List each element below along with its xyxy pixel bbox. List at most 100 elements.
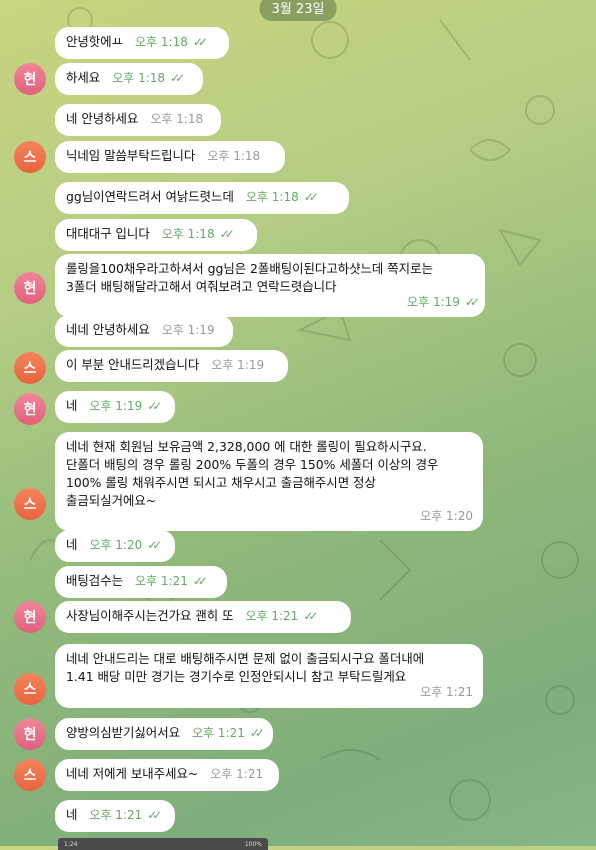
- message-bubble[interactable]: 네네 안내드리는 대로 배팅해주시면 문제 없이 출금되시구요 폴더내에 1.4…: [55, 644, 483, 708]
- message-bubble[interactable]: 롤링을100채우라고하셔서 gg님은 2폴배팅이된다고하샷느데 쪽지로는 3폴더…: [55, 254, 485, 317]
- message-meta: 오후 1:21: [78, 683, 473, 701]
- message-bubble[interactable]: 배팅검수는 오후 1:21 ✓✓: [55, 566, 227, 598]
- message-text: 닉네임 말씀부탁드립니다: [66, 148, 196, 163]
- message-time: 오후 1:21: [89, 808, 143, 822]
- outgoing-message[interactable]: 안녕핫에ㅛ 오후 1:18 ✓✓: [55, 27, 229, 59]
- read-checkmarks-icon: ✓✓: [192, 574, 208, 588]
- avatar[interactable]: 스: [14, 352, 46, 384]
- message-bubble[interactable]: 네네 저에게 보내주세요~ 오후 1:21: [55, 759, 279, 791]
- message-time: 오후 1:18: [161, 227, 215, 241]
- message-text: 양방의심받기싫어서요: [66, 725, 180, 740]
- avatar[interactable]: 스: [14, 673, 46, 705]
- read-checkmarks-icon: ✓✓: [170, 71, 185, 85]
- outgoing-message[interactable]: 대대대구 입니다 오후 1:18 ✓✓: [55, 219, 257, 251]
- read-checkmarks-icon: ✓✓: [303, 190, 319, 204]
- message-text: 네네 현재 회원님 보유금액 2,328,000 에 대한 롤링이 필요하시구요…: [66, 439, 439, 508]
- outgoing-message[interactable]: 하세요 오후 1:18 ✓✓: [55, 63, 203, 95]
- outgoing-message[interactable]: 양방의심받기싫어서요 오후 1:21 ✓✓: [55, 718, 273, 750]
- message-bubble[interactable]: 네 오후 1:20 ✓✓: [55, 530, 175, 562]
- message-meta: 오후 1:21 ✓✓: [245, 607, 318, 625]
- message-bubble[interactable]: 사장님이해주시는건가요 괜히 또 오후 1:21 ✓✓: [55, 601, 351, 633]
- read-checkmarks-icon: ✓✓: [147, 399, 162, 413]
- message-meta: 오후 1:18 ✓✓: [135, 33, 208, 51]
- avatar[interactable]: 현: [14, 272, 46, 304]
- message-bubble[interactable]: 네네 현재 회원님 보유금액 2,328,000 에 대한 롤링이 필요하시구요…: [55, 432, 483, 531]
- message-bubble[interactable]: 안녕핫에ㅛ 오후 1:18 ✓✓: [55, 27, 229, 59]
- message-bubble[interactable]: 네 안녕하세요 오후 1:18: [55, 104, 221, 136]
- outgoing-message[interactable]: 네 오후 1:19 ✓✓: [55, 391, 175, 423]
- avatar[interactable]: 현: [14, 393, 46, 425]
- message-text: 사장님이해주시는건가요 괜히 또: [66, 608, 234, 623]
- avatar[interactable]: 스: [14, 141, 46, 173]
- incoming-message[interactable]: 네네 저에게 보내주세요~ 오후 1:21: [55, 759, 279, 791]
- read-checkmarks-icon: ✓✓: [249, 726, 265, 740]
- message-time: 오후 1:21: [192, 726, 245, 740]
- incoming-message[interactable]: 닉네임 말씀부탁드립니다 오후 1:18: [55, 141, 285, 173]
- outgoing-message[interactable]: 롤링을100채우라고하셔서 gg님은 2폴배팅이된다고하샷느데 쪽지로는 3폴더…: [55, 254, 485, 317]
- avatar[interactable]: 현: [14, 63, 46, 95]
- message-time: 오후 1:18: [150, 112, 204, 126]
- message-bubble[interactable]: 하세요 오후 1:18 ✓✓: [55, 63, 203, 95]
- incoming-message[interactable]: 네 안녕하세요 오후 1:18: [55, 104, 221, 136]
- message-time: 오후 1:21: [135, 574, 188, 588]
- read-checkmarks-icon: ✓✓: [464, 295, 480, 309]
- message-text: 네네 안내드리는 대로 배팅해주시면 문제 없이 출금되시구요 폴더내에 1.4…: [66, 651, 425, 684]
- message-time: 오후 1:21: [210, 767, 264, 781]
- outgoing-message[interactable]: gg님이연락드려서 여낡드렷느데 오후 1:18 ✓✓: [55, 182, 349, 214]
- message-text: 이 부분 안내드리겠습니다: [66, 357, 200, 372]
- message-time: 오후 1:19: [211, 358, 265, 372]
- avatar[interactable]: 스: [14, 488, 46, 520]
- message-text: gg님이연락드려서 여낡드렷느데: [66, 189, 234, 204]
- avatar[interactable]: 스: [14, 759, 46, 791]
- message-time: 오후 1:20: [420, 509, 473, 523]
- message-time: 오후 1:20: [89, 538, 143, 552]
- message-meta: 오후 1:19: [162, 321, 215, 339]
- incoming-message[interactable]: 네네 현재 회원님 보유금액 2,328,000 에 대한 롤링이 필요하시구요…: [55, 432, 483, 531]
- read-checkmarks-icon: ✓✓: [147, 808, 162, 822]
- battery-level: 100%: [244, 840, 262, 848]
- read-checkmarks-icon: ✓✓: [147, 538, 162, 552]
- read-checkmarks-icon: ✓✓: [192, 35, 208, 49]
- message-text: 하세요: [66, 70, 101, 85]
- message-bubble[interactable]: gg님이연락드려서 여낡드렷느데 오후 1:18 ✓✓: [55, 182, 349, 214]
- message-bubble[interactable]: 네 오후 1:19 ✓✓: [55, 391, 175, 423]
- message-meta: 오후 1:19 ✓✓: [89, 397, 162, 415]
- message-bubble[interactable]: 닉네임 말씀부탁드립니다 오후 1:18: [55, 141, 285, 173]
- message-text: 네네 저에게 보내주세요~: [66, 766, 199, 781]
- outgoing-message[interactable]: 사장님이해주시는건가요 괜히 또 오후 1:21 ✓✓: [55, 601, 351, 633]
- message-meta: 오후 1:18: [207, 147, 260, 165]
- message-time: 오후 1:18: [207, 149, 261, 163]
- message-bubble[interactable]: 대대대구 입니다 오후 1:18 ✓✓: [55, 219, 257, 251]
- message-time: 오후 1:18: [245, 190, 299, 204]
- message-time: 오후 1:19: [407, 295, 460, 309]
- message-bubble[interactable]: 이 부분 안내드리겠습니다 오후 1:19: [55, 350, 288, 382]
- message-bubble[interactable]: 네네 안녕하세요 오후 1:19: [55, 315, 233, 347]
- status-time: 1:24: [64, 840, 78, 848]
- message-meta: 오후 1:19 ✓✓: [78, 293, 480, 311]
- message-bubble[interactable]: 양방의심받기싫어서요 오후 1:21 ✓✓: [55, 718, 273, 750]
- incoming-message[interactable]: 네네 안내드리는 대로 배팅해주시면 문제 없이 출금되시구요 폴더내에 1.4…: [55, 644, 483, 708]
- message-time: 오후 1:19: [89, 399, 143, 413]
- message-meta: 오후 1:20: [78, 507, 473, 525]
- message-time: 오후 1:18: [112, 71, 166, 85]
- message-meta: 오후 1:21 ✓✓: [89, 806, 162, 824]
- incoming-message[interactable]: 이 부분 안내드리겠습니다 오후 1:19: [55, 350, 288, 382]
- date-separator: 3월 23일: [259, 0, 337, 21]
- read-checkmarks-icon: ✓✓: [219, 227, 235, 241]
- message-time: 오후 1:21: [245, 609, 299, 623]
- message-text: 배팅검수는: [66, 573, 123, 588]
- message-meta: 오후 1:20 ✓✓: [89, 536, 162, 554]
- message-bubble[interactable]: 네 오후 1:21 ✓✓: [55, 800, 175, 832]
- message-meta: 오후 1:19: [211, 356, 264, 374]
- message-text: 네: [66, 398, 78, 413]
- message-meta: 오후 1:18 ✓✓: [161, 225, 235, 243]
- avatar[interactable]: 현: [14, 601, 46, 633]
- read-checkmarks-icon: ✓✓: [303, 609, 318, 623]
- outgoing-message[interactable]: 배팅검수는 오후 1:21 ✓✓: [55, 566, 227, 598]
- avatar[interactable]: 현: [14, 718, 46, 750]
- incoming-message[interactable]: 네네 안녕하세요 오후 1:19: [55, 315, 233, 347]
- outgoing-message[interactable]: 네 오후 1:20 ✓✓: [55, 530, 175, 562]
- message-time: 오후 1:19: [161, 323, 215, 337]
- outgoing-message[interactable]: 네 오후 1:21 ✓✓: [55, 800, 175, 832]
- message-text: 네: [66, 807, 78, 822]
